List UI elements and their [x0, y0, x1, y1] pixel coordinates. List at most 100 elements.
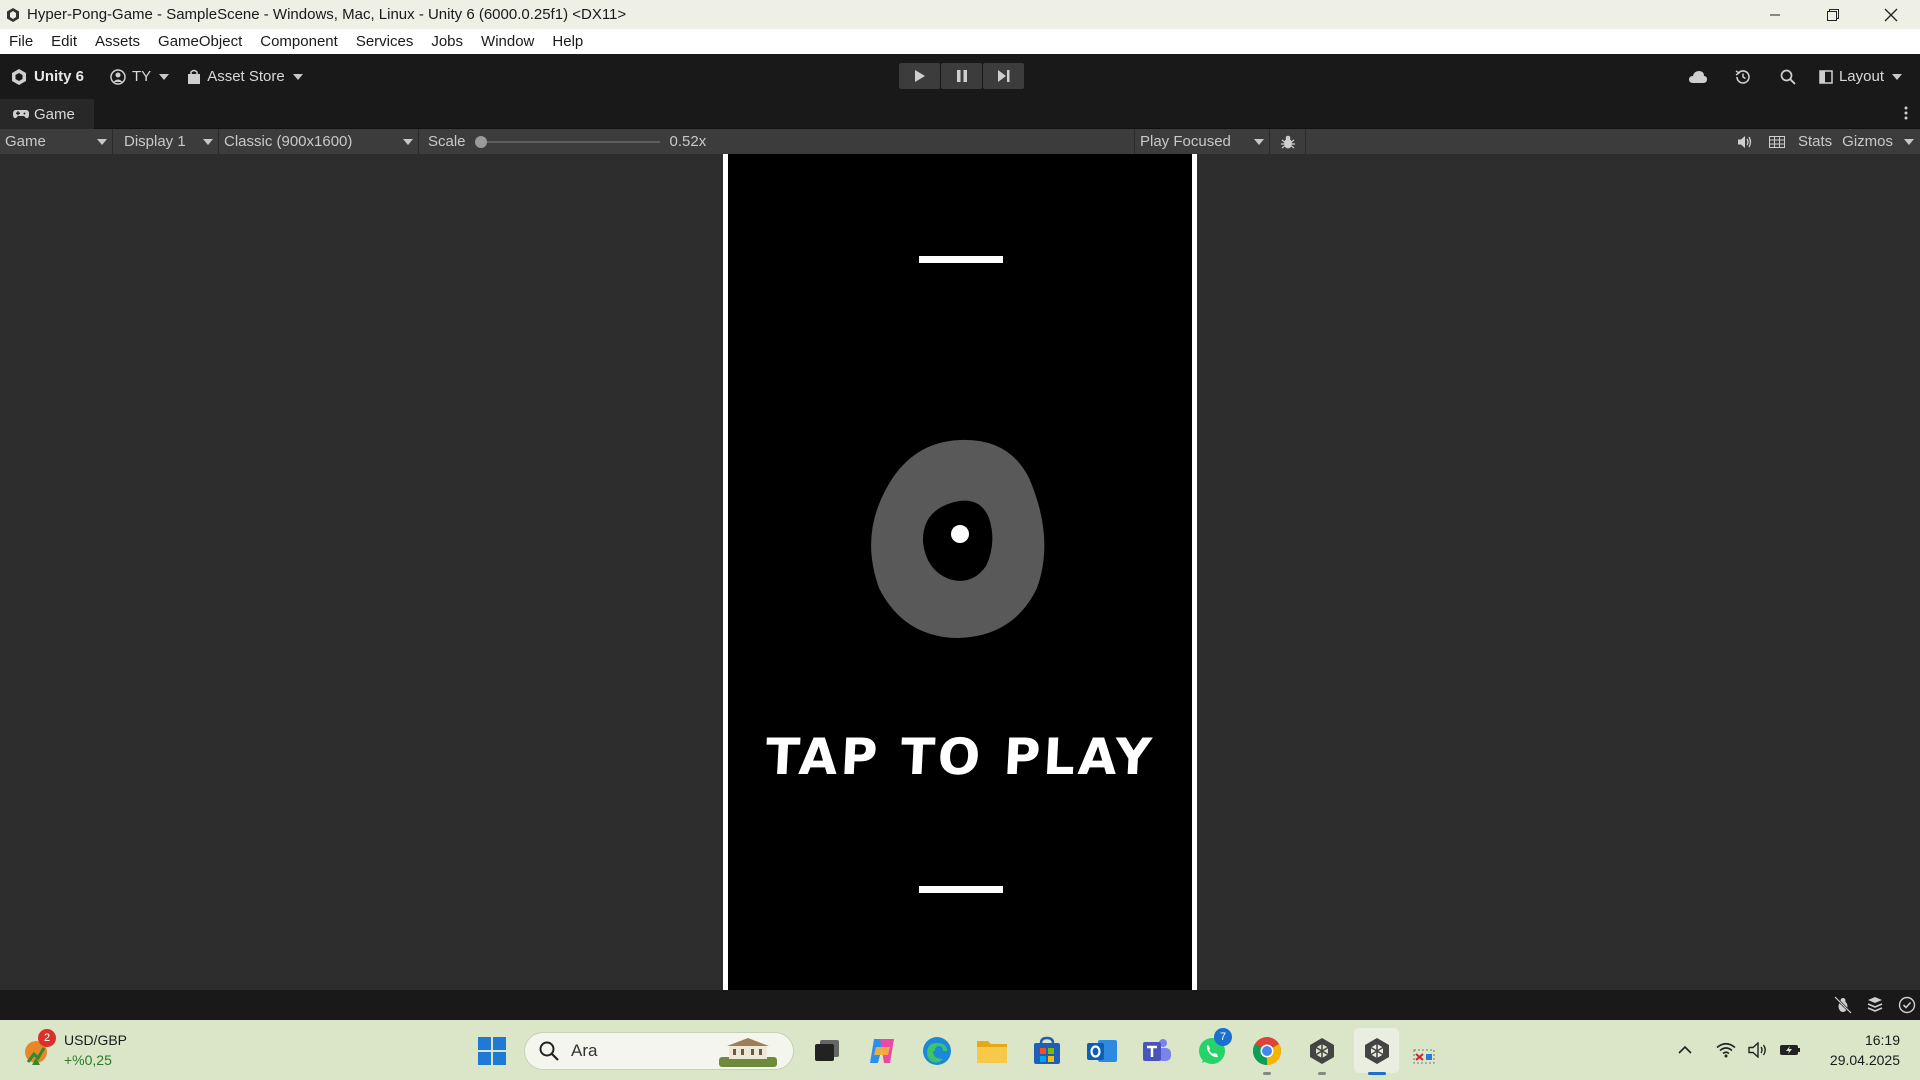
unity-version-button[interactable]: Unity 6	[0, 63, 92, 91]
widgets-button[interactable]: 2 USD/GBP +%0,25	[20, 1029, 128, 1070]
battery-button[interactable]	[1775, 1035, 1805, 1065]
unity-app-icon	[7, 7, 19, 22]
system-tray: 16:19 29.04.2025	[1669, 1020, 1920, 1080]
cloud-icon	[1689, 70, 1708, 83]
snipping-tool-icon	[1413, 1049, 1435, 1063]
top-paddle	[919, 256, 1003, 263]
stats-button[interactable]: Stats	[1793, 133, 1837, 150]
debug-off-icon[interactable]	[1834, 996, 1852, 1014]
file-explorer-app[interactable]	[969, 1028, 1014, 1073]
close-button[interactable]	[1862, 0, 1920, 29]
tab-menu-button[interactable]	[1904, 105, 1908, 124]
unity-editor-app[interactable]	[1354, 1028, 1399, 1075]
unity-hub-app[interactable]	[1299, 1028, 1344, 1075]
play-button[interactable]	[899, 63, 940, 89]
task-view-button[interactable]	[804, 1028, 849, 1073]
running-indicator	[1317, 1072, 1326, 1075]
step-icon	[997, 70, 1009, 82]
account-icon	[110, 68, 126, 85]
ball	[951, 525, 969, 543]
resolution-dropdown[interactable]: Classic (900x1600)	[219, 129, 419, 154]
shopping-bag-icon	[188, 69, 201, 84]
bug-icon	[1280, 135, 1295, 148]
scale-value: 0.52x	[669, 133, 707, 150]
microsoft-store-app[interactable]	[1024, 1028, 1069, 1073]
menu-help[interactable]: Help	[543, 33, 592, 50]
gizmos-dropdown[interactable]	[1898, 129, 1920, 154]
cloud-button[interactable]	[1676, 54, 1721, 99]
game-view-toolbar: Game Display 1 Classic (900x1600) Scale …	[0, 129, 1920, 154]
unity-hub-icon	[1309, 1037, 1334, 1064]
windows-logo-icon	[478, 1036, 506, 1065]
edge-app[interactable]	[914, 1028, 959, 1073]
resolution-label: Classic (900x1600)	[224, 133, 353, 150]
menu-component[interactable]: Component	[251, 33, 347, 50]
scale-slider[interactable]	[474, 135, 660, 148]
menu-assets[interactable]: Assets	[86, 33, 149, 50]
asset-store-label: Asset Store	[207, 68, 285, 85]
unity-editor-icon	[1364, 1037, 1389, 1064]
minimize-icon	[1770, 14, 1780, 15]
widget-title: USD/GBP	[64, 1032, 128, 1048]
unity-version-label: Unity 6	[34, 68, 85, 85]
chevron-down-icon	[159, 73, 170, 80]
copilot-app[interactable]	[859, 1028, 904, 1073]
account-dropdown[interactable]: TY	[102, 63, 177, 91]
whatsapp-app[interactable]: 7	[1189, 1028, 1234, 1073]
play-mode-dropdown[interactable]: Play Focused	[1134, 129, 1270, 154]
taskbar-search-input[interactable]: Ara	[524, 1031, 794, 1070]
menu-file[interactable]: File	[0, 33, 42, 50]
chevron-up-icon	[1678, 1045, 1692, 1054]
main-toolbar: Unity 6 TY Asset Store Layout	[0, 54, 1920, 99]
volume-button[interactable]	[1743, 1035, 1773, 1065]
layout-dropdown[interactable]: Layout	[1811, 63, 1920, 91]
tab-game[interactable]: Game	[0, 99, 94, 129]
search-button[interactable]	[1766, 54, 1811, 99]
chevron-down-icon	[292, 73, 303, 80]
snipping-tool-app[interactable]	[1409, 1028, 1439, 1073]
menu-jobs[interactable]: Jobs	[422, 33, 472, 50]
clock-time: 16:19	[1864, 1032, 1900, 1048]
history-icon	[1736, 69, 1751, 84]
hidden-icons-button[interactable]	[1670, 1035, 1700, 1065]
menu-edit[interactable]: Edit	[42, 33, 86, 50]
active-indicator	[1367, 1072, 1386, 1075]
search-placeholder: Ara	[571, 1040, 598, 1060]
check-circle-icon[interactable]	[1898, 996, 1916, 1014]
game-canvas[interactable]: TAP TO PLAY	[723, 154, 1197, 990]
clock[interactable]: 16:19 29.04.2025	[1830, 1030, 1900, 1070]
dock-tab-bar: Game	[0, 99, 1920, 129]
menu-window[interactable]: Window	[472, 33, 543, 50]
bottom-paddle	[919, 886, 1003, 893]
teams-app[interactable]	[1134, 1028, 1179, 1073]
aspect-grid-button[interactable]	[1761, 129, 1793, 154]
play-controls	[899, 63, 1024, 89]
cache-server-icon[interactable]	[1866, 996, 1884, 1014]
restore-button[interactable]	[1804, 0, 1862, 29]
running-indicator	[1262, 1072, 1271, 1075]
chevron-down-icon	[203, 138, 213, 145]
chrome-icon	[1252, 1036, 1281, 1065]
asset-store-dropdown[interactable]: Asset Store	[179, 63, 311, 91]
speaker-icon	[1737, 135, 1752, 148]
outlook-app[interactable]	[1079, 1028, 1124, 1073]
debug-button[interactable]	[1270, 129, 1306, 154]
mute-audio-button[interactable]	[1729, 129, 1761, 154]
display-label: Display 1	[124, 133, 186, 150]
teams-icon	[1142, 1038, 1171, 1061]
start-button[interactable]	[470, 1029, 514, 1073]
history-button[interactable]	[1721, 54, 1766, 99]
pause-button[interactable]	[941, 63, 982, 89]
step-button[interactable]	[983, 63, 1024, 89]
display-dropdown[interactable]: Display 1	[113, 129, 219, 154]
view-mode-dropdown[interactable]: Game	[0, 129, 113, 154]
network-button[interactable]	[1711, 1035, 1741, 1065]
minimize-button[interactable]	[1746, 0, 1804, 29]
search-highlight-image-icon	[719, 1037, 777, 1067]
scale-slider-thumb[interactable]	[474, 135, 487, 148]
gizmos-button[interactable]: Gizmos	[1837, 133, 1898, 150]
status-bar	[0, 990, 1920, 1020]
chrome-app[interactable]	[1244, 1028, 1289, 1075]
menu-gameobject[interactable]: GameObject	[149, 33, 251, 50]
menu-services[interactable]: Services	[347, 33, 423, 50]
